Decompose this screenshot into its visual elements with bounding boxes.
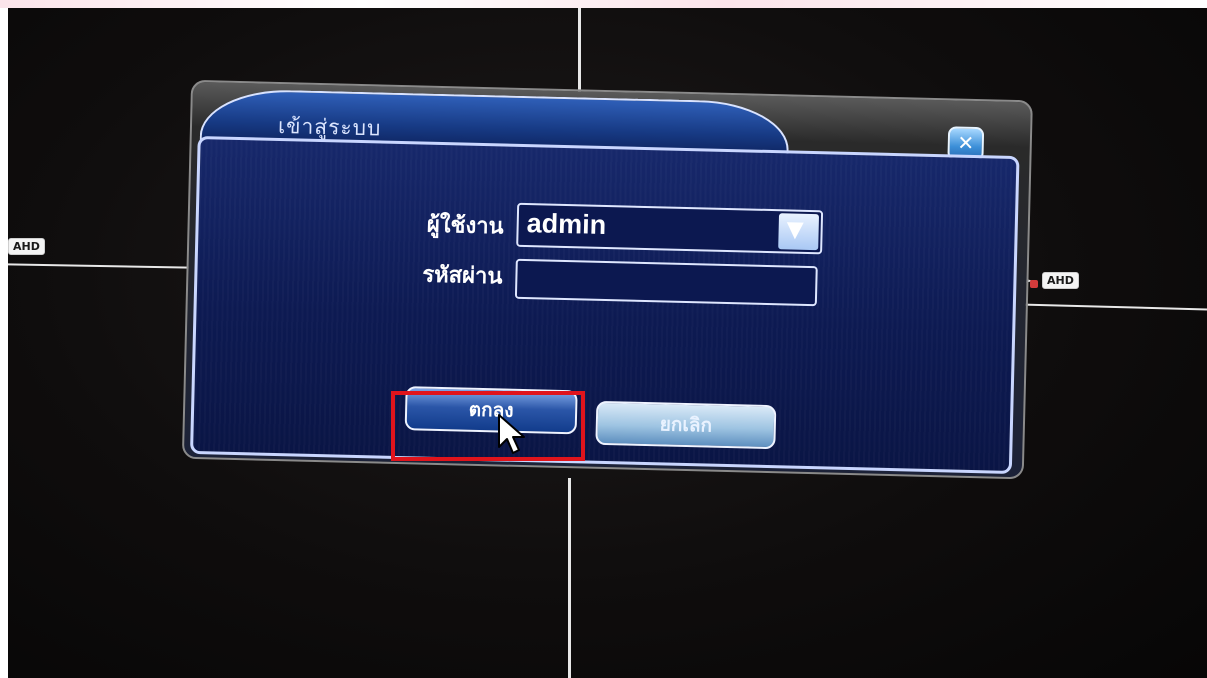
camera-tag-right: AHD xyxy=(1042,272,1079,289)
username-dropdown-button[interactable]: ▼ xyxy=(778,213,820,251)
close-x-icon: ✕ xyxy=(957,130,975,155)
login-dialog: เข้าสู่ระบบ ✕ ผู้ใช้งาน admin ▼ รหัสผ่าน… xyxy=(181,79,1033,510)
top-watermark-strip xyxy=(0,0,1207,8)
grid-divider-horizontal-right xyxy=(1020,303,1207,311)
cancel-button[interactable]: ยกเลิก xyxy=(595,400,777,450)
password-field[interactable] xyxy=(514,258,818,307)
dialog-panel: ผู้ใช้งาน admin ▼ รหัสผ่าน ตกลง ยกเลิก xyxy=(189,136,1020,474)
username-label: ผู้ใช้งาน xyxy=(426,211,504,240)
grid-divider-horizontal-left xyxy=(8,263,191,269)
ok-button-highlight xyxy=(391,391,585,461)
camera-tag-left: AHD xyxy=(8,238,45,255)
chevron-down-icon: ▼ xyxy=(786,217,804,243)
username-value: admin xyxy=(526,208,607,241)
username-select[interactable]: admin ▼ xyxy=(516,202,824,255)
mouse-pointer-icon xyxy=(498,414,525,454)
grid-divider-vertical-bottom xyxy=(568,478,571,678)
password-label: รหัสผ่าน xyxy=(422,261,503,290)
